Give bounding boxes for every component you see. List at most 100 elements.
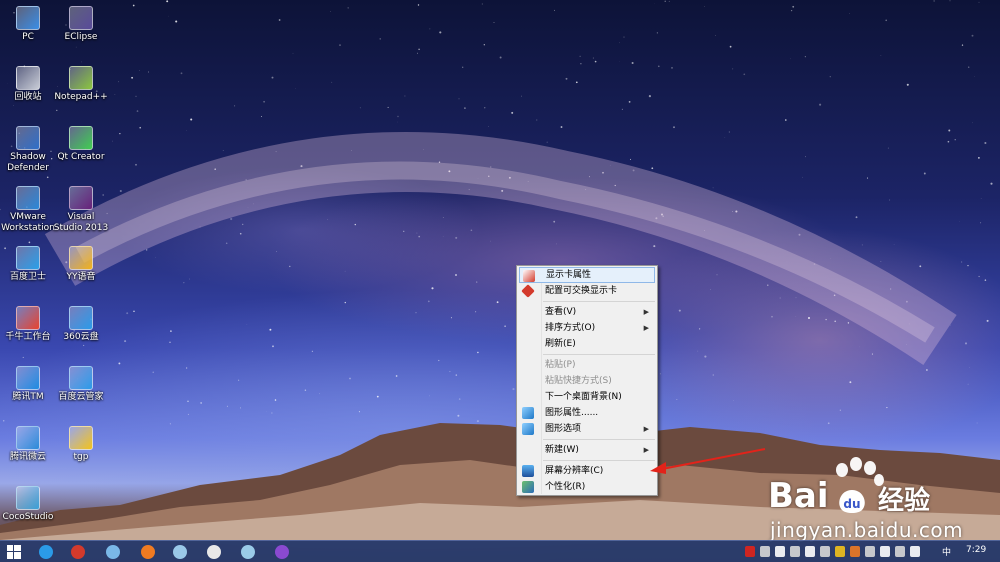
red-arrow-tray-icon[interactable] [745, 546, 755, 557]
clock[interactable]: 7:29 [966, 545, 986, 555]
star [659, 373, 661, 375]
watermark-url: jingyan.baidu.com [770, 518, 964, 542]
baidu-paw-mark: du [832, 478, 872, 516]
menu-item[interactable]: 下一个桌面背景(N) [519, 389, 655, 405]
recycle-bin-icon [16, 66, 40, 90]
menu-item[interactable]: 排序方式(O) ▶ [519, 320, 655, 336]
desktop-icon[interactable]: 回收站 [0, 66, 56, 103]
watermark-brand: Bai [768, 476, 829, 516]
desktop-icon[interactable]: Notepad++ [53, 66, 109, 103]
menu-item[interactable]: 图形属性...... [519, 405, 655, 421]
desktop-icon[interactable]: VMware Workstation [0, 186, 56, 234]
taskbar-button[interactable] [32, 543, 60, 561]
star [56, 109, 58, 112]
desktop-icon[interactable]: 腾讯微云 [0, 426, 56, 463]
star [139, 126, 141, 129]
user-tray-icon[interactable] [805, 546, 815, 557]
menu-item[interactable]: 配置可交换显示卡 [519, 283, 655, 299]
star [978, 275, 980, 278]
star [131, 76, 134, 79]
yellow-tray-icon[interactable] [835, 546, 845, 557]
star [974, 76, 975, 77]
cocostudio-icon [16, 486, 40, 510]
desktop-icon[interactable]: Visual Studio 2013 [53, 186, 109, 234]
star [139, 70, 140, 71]
menu-item[interactable]: 显示卡属性 [519, 267, 655, 283]
star [450, 317, 452, 319]
orange-tray-icon[interactable] [850, 546, 860, 557]
star [146, 249, 148, 251]
desktop-icon[interactable]: PC [0, 6, 56, 43]
desktop-icon[interactable]: Qt Creator [53, 126, 109, 163]
star [458, 398, 461, 400]
star [664, 0, 666, 2]
desktop-icon[interactable]: 360云盘 [53, 306, 109, 343]
menu-item[interactable]: 屏幕分辨率(C) [519, 463, 655, 479]
battery-icon[interactable] [895, 546, 905, 557]
taskbar-button[interactable] [268, 543, 296, 561]
menu-item[interactable]: 图形选项 ▶ [519, 421, 655, 437]
taskbar-button[interactable] [134, 543, 162, 561]
submenu-arrow-icon: ▶ [643, 425, 649, 433]
star [418, 235, 421, 238]
taskbar-button[interactable] [0, 543, 28, 561]
submenu-arrow-icon: ▶ [643, 308, 649, 316]
star [458, 98, 460, 100]
star [554, 9, 555, 11]
star [887, 147, 889, 149]
desktop-icon[interactable]: 百度卫士 [0, 246, 56, 283]
svg-text:du: du [843, 497, 860, 511]
menu-item-label: 排序方式(O) [545, 323, 596, 333]
star [790, 9, 793, 12]
desktop-icon[interactable]: 腾讯TM [0, 366, 56, 403]
taskbar-button[interactable] [64, 543, 92, 561]
star [403, 230, 405, 232]
star [849, 381, 852, 384]
taskbar: 中 7:29 [0, 540, 1000, 562]
desktop-icon[interactable]: 百度云管家 [53, 366, 109, 403]
desktop-icon[interactable]: Shadow Defender [0, 126, 56, 174]
star [477, 351, 479, 354]
menu-item[interactable]: 新建(W) ▶ [519, 442, 655, 458]
desktop-icon[interactable]: tgp [53, 426, 109, 463]
star [802, 176, 803, 178]
flag-icon[interactable] [880, 546, 890, 557]
volume-icon[interactable] [910, 546, 920, 557]
star [671, 67, 673, 69]
star [135, 163, 137, 166]
chat-icon [241, 545, 255, 559]
menu-item[interactable]: 查看(V) ▶ [519, 304, 655, 320]
star [546, 141, 548, 143]
desktop-icon[interactable]: YY语音 [53, 246, 109, 283]
star [948, 129, 951, 132]
taskbar-button[interactable] [99, 543, 127, 561]
bluetooth-icon[interactable] [775, 546, 785, 557]
star [971, 34, 974, 37]
star [619, 42, 620, 44]
star [855, 216, 858, 219]
star [906, 83, 909, 86]
desktop-icon[interactable]: EClipse [53, 6, 109, 43]
menu-item[interactable]: 个性化(R) [519, 479, 655, 495]
desktop-icon[interactable]: 千牛工作台 [0, 306, 56, 343]
display-tray-icon[interactable] [865, 546, 875, 557]
chat-tray-icon[interactable] [820, 546, 830, 557]
star [13, 105, 14, 106]
taskbar-button[interactable] [200, 543, 228, 561]
message-tray-icon[interactable] [760, 546, 770, 557]
desktop-icon[interactable]: CocoStudio [0, 486, 56, 523]
network-tray-icon[interactable] [790, 546, 800, 557]
personalize-icon [522, 481, 534, 493]
menu-separator [543, 354, 655, 355]
starfield [0, 0, 993, 430]
taskbar-button[interactable] [234, 543, 262, 561]
star [771, 315, 773, 318]
star [46, 176, 49, 179]
taskbar-button[interactable] [166, 543, 194, 561]
star [81, 61, 83, 63]
star [653, 245, 656, 248]
intel-graphics-icon [522, 407, 534, 419]
menu-item[interactable]: 刷新(E) [519, 336, 655, 352]
star [415, 312, 417, 314]
ime-indicator[interactable]: 中 [942, 545, 951, 558]
